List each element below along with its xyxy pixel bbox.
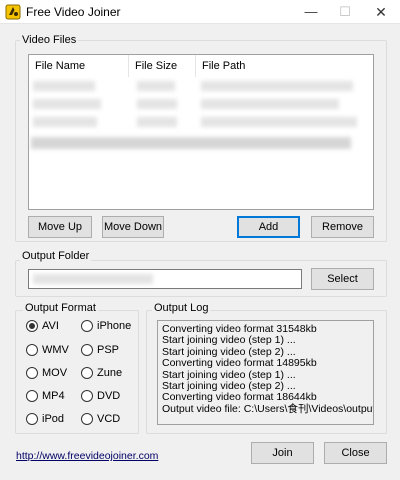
- redacted-text: [137, 99, 177, 109]
- redacted-text: [33, 274, 153, 284]
- radio-button-dvd[interactable]: [81, 390, 93, 402]
- radio-button-mp4[interactable]: [26, 390, 38, 402]
- list-item[interactable]: [29, 115, 373, 129]
- website-link[interactable]: http://www.freevideojoiner.com: [16, 450, 158, 462]
- radio-label-iphone: iPhone: [97, 320, 132, 332]
- log-line: Converting video format 14895kb: [162, 357, 317, 370]
- redacted-text: [33, 81, 95, 91]
- radio-button-ipod[interactable]: [26, 413, 38, 425]
- radio-button-iphone[interactable]: [81, 320, 93, 332]
- output-log-textarea[interactable]: Converting video format 31548kb Start jo…: [157, 320, 374, 425]
- title-bar[interactable]: Free Video Joiner — ☐ ✕: [0, 0, 400, 24]
- redacted-text: [201, 81, 353, 91]
- radio-label-mov: MOV: [42, 367, 68, 379]
- list-header: File Name File Size File Path: [29, 55, 373, 77]
- join-button[interactable]: Join: [251, 442, 314, 464]
- add-button[interactable]: Add: [237, 216, 300, 238]
- remove-button[interactable]: Remove: [311, 216, 374, 238]
- redacted-text: [137, 117, 177, 127]
- minimize-button[interactable]: —: [296, 0, 326, 24]
- output-folder-input[interactable]: [28, 269, 302, 289]
- redacted-text: [201, 99, 339, 109]
- radio-label-wmv: WMV: [42, 344, 69, 356]
- radio-button-zune[interactable]: [81, 367, 93, 379]
- redacted-text: [33, 99, 101, 109]
- list-item[interactable]: [29, 97, 373, 111]
- log-line: Output video file: C:\Users\食刊\Videos\ou…: [162, 402, 374, 415]
- column-header-file-name[interactable]: File Name: [29, 55, 129, 77]
- output-log-label: Output Log: [152, 302, 211, 314]
- output-format-label: Output Format: [23, 302, 98, 314]
- select-folder-button[interactable]: Select: [311, 268, 374, 290]
- maximize-button[interactable]: ☐: [330, 0, 360, 24]
- redacted-text: [31, 137, 351, 149]
- radio-label-dvd: DVD: [97, 390, 121, 402]
- list-item[interactable]: [29, 135, 373, 151]
- move-down-button[interactable]: Move Down: [102, 216, 164, 238]
- video-files-list[interactable]: File Name File Size File Path: [28, 54, 374, 210]
- redacted-text: [33, 117, 97, 127]
- radio-button-wmv[interactable]: [26, 344, 38, 356]
- radio-button-psp[interactable]: [81, 344, 93, 356]
- redacted-text: [137, 81, 175, 91]
- video-files-label: Video Files: [20, 34, 79, 46]
- radio-button-mov[interactable]: [26, 367, 38, 379]
- output-folder-label: Output Folder: [20, 250, 92, 262]
- radio-button-avi[interactable]: [26, 320, 38, 332]
- column-header-file-path[interactable]: File Path: [196, 55, 373, 77]
- radio-label-mp4: MP4: [42, 390, 65, 402]
- radio-label-zune: Zune: [97, 367, 123, 379]
- close-window-button[interactable]: ✕: [366, 0, 396, 24]
- video-joiner-app-icon: [5, 4, 21, 20]
- move-up-button[interactable]: Move Up: [28, 216, 92, 238]
- radio-label-psp: PSP: [97, 344, 120, 356]
- radio-label-ipod: iPod: [42, 413, 65, 425]
- radio-button-vcd[interactable]: [81, 413, 93, 425]
- list-item[interactable]: [29, 79, 373, 93]
- window-title: Free Video Joiner: [26, 5, 121, 19]
- redacted-text: [201, 117, 357, 127]
- close-button[interactable]: Close: [324, 442, 387, 464]
- column-header-file-size[interactable]: File Size: [129, 55, 196, 77]
- radio-label-avi: AVI: [42, 320, 59, 332]
- radio-label-vcd: VCD: [97, 413, 121, 425]
